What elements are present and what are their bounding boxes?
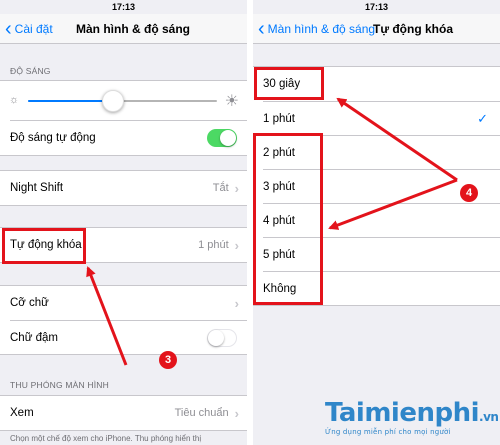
watermark-tagline: Ứng dụng miễn phí cho mọi người [325, 428, 451, 436]
page-title: Màn hình & độ sáng [76, 22, 190, 36]
night-shift-label: Night Shift [10, 182, 64, 194]
view-row[interactable]: Xem Tiêu chuẩn › [0, 396, 247, 430]
toggle-knob [220, 130, 236, 146]
back-button-label: Màn hình & độ sáng [267, 22, 376, 36]
toggle-knob [208, 330, 224, 346]
night-shift-group: Night Shift Tắt › [0, 170, 247, 206]
chevron-right-icon: › [234, 237, 239, 253]
page-title: Tự động khóa [373, 22, 454, 36]
brightness-group: ☼ ☀ Độ sáng tự động [0, 80, 247, 156]
status-bar-time: 17:13 [364, 2, 389, 12]
zoom-footer-note: Chọn một chế độ xem cho iPhone. Thu phón… [10, 434, 202, 443]
brightness-slider-fill [28, 100, 114, 102]
chevron-right-icon: › [234, 180, 239, 196]
highlight-minute-options [253, 133, 323, 305]
display-brightness-screen: 17:13 ‹ Cài đặt Màn hình & độ sáng ĐỘ SÁ… [0, 0, 247, 445]
chevron-right-icon: › [234, 405, 239, 421]
checkmark-icon: ✓ [477, 111, 488, 126]
bold-text-toggle[interactable] [207, 329, 237, 347]
sun-small-icon: ☼ [9, 94, 20, 106]
brightness-slider-thumb[interactable] [102, 90, 125, 112]
back-button[interactable]: ‹ Cài đặt [5, 14, 53, 44]
auto-brightness-label: Độ sáng tự động [10, 132, 96, 144]
highlight-auto-lock [2, 228, 86, 264]
bold-text-label: Chữ đậm [10, 332, 58, 344]
back-button-label: Cài đặt [14, 22, 53, 36]
step-3-badge: 3 [159, 351, 177, 369]
option-label: 1 phút [263, 113, 295, 125]
chevron-left-icon: ‹ [258, 18, 265, 40]
text-size-row[interactable]: Cỡ chữ › [0, 286, 247, 320]
night-shift-value: Tắt [212, 182, 229, 194]
option-1-minute[interactable]: 1 phút ✓ [253, 102, 500, 136]
chevron-right-icon: › [234, 295, 239, 311]
view-value: Tiêu chuẩn [174, 407, 229, 419]
auto-brightness-toggle[interactable] [207, 129, 237, 147]
step-4-badge: 4 [460, 184, 478, 202]
highlight-30-seconds [254, 67, 324, 100]
text-group: Cỡ chữ › Chữ đậm [0, 285, 247, 355]
night-shift-row[interactable]: Night Shift Tắt › [0, 171, 247, 205]
watermark-suffix: .vn [479, 410, 499, 424]
back-button[interactable]: ‹ Màn hình & độ sáng [258, 14, 375, 44]
zoom-group: Xem Tiêu chuẩn › [0, 395, 247, 431]
view-label: Xem [10, 407, 34, 419]
nav-bar: ‹ Cài đặt Màn hình & độ sáng [0, 14, 247, 44]
bold-text-row: Chữ đậm [0, 321, 247, 355]
text-size-label: Cỡ chữ [10, 297, 49, 309]
brightness-section-header: ĐỘ SÁNG [10, 66, 51, 76]
auto-lock-value: 1 phút [198, 239, 229, 251]
chevron-left-icon: ‹ [5, 18, 12, 40]
zoom-section-header: THU PHÓNG MÀN HÌNH [10, 380, 109, 390]
nav-bar: ‹ Màn hình & độ sáng Tự động khóa [253, 14, 500, 44]
sun-large-icon: ☀ [224, 93, 239, 110]
brightness-slider-row: ☼ ☀ [0, 81, 247, 121]
watermark-logo: Taimienphi.vn Ứng dụng miễn phí cho mọi … [325, 398, 499, 436]
auto-brightness-row: Độ sáng tự động [0, 121, 247, 155]
status-bar-time: 17:13 [111, 2, 136, 12]
watermark-brand: Taimienphi [325, 398, 480, 428]
